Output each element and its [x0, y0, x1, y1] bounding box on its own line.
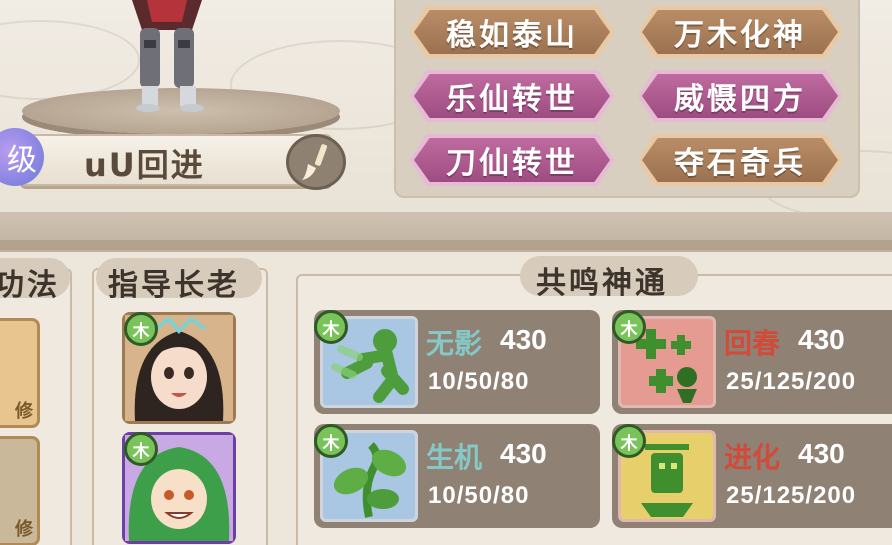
gongfa-card-badge: 修 [15, 401, 33, 422]
skill-card-huichun[interactable]: 木 回春 430 25/125/200 [612, 310, 892, 414]
wood-element-badge: 木 [314, 424, 348, 458]
gongfa-title: 功法 [0, 268, 60, 303]
title-label: 夺石奇兵 [674, 146, 806, 181]
titles-panel: 稳如泰山 万木化神 乐仙转世 威慑四方 刀仙转世 夺石奇兵 [394, 0, 860, 198]
title-label: 刀仙转世 [446, 146, 578, 181]
skill-stats: 25/125/200 [726, 482, 857, 509]
skill-stats: 10/50/80 [428, 368, 530, 395]
skill-card-jinhua[interactable]: 木 进化 430 25/125/200 [612, 424, 892, 528]
divider-line [0, 240, 892, 250]
player-name: uU回进 [84, 146, 205, 184]
title-button-weishesifang[interactable]: 威慑四方 [638, 70, 842, 122]
elder-title: 指导长老 [108, 268, 240, 303]
gongfa-card-badge: 修 [15, 519, 33, 540]
wood-element-badge: 木 [124, 312, 158, 346]
wood-element-badge: 木 [612, 310, 646, 344]
title-button-lexianzhuanshi[interactable]: 乐仙转世 [410, 70, 614, 122]
skill-name: 生机 [426, 441, 483, 474]
title-button-duoshiqibing[interactable]: 夺石奇兵 [638, 134, 842, 186]
skill-level: 430 [500, 438, 547, 469]
brush-icon [302, 144, 328, 180]
character-display-area: 级 uU回进 稳如泰山 万木化神 乐仙转世 威慑四方 刀仙转世 夺石奇兵 [0, 0, 892, 212]
skill-name: 无影 [426, 327, 483, 360]
wood-element-badge: 木 [124, 432, 158, 466]
skill-card-wuying[interactable]: 木 无影 430 10/50/80 [314, 310, 600, 414]
skill-level: 430 [798, 438, 845, 469]
title-label: 威慑四方 [674, 82, 806, 117]
skill-stats: 10/50/80 [428, 482, 530, 509]
title-button-wanmuhuashen[interactable]: 万木化神 [638, 6, 842, 58]
title-label: 稳如泰山 [446, 18, 578, 53]
character-figure[interactable] [112, 0, 222, 112]
wood-element-badge: 木 [314, 310, 348, 344]
wood-element-badge: 木 [612, 424, 646, 458]
skill-level: 430 [798, 324, 845, 355]
gongfa-card[interactable]: 修 [0, 436, 40, 545]
skill-name: 回春 [724, 327, 781, 360]
resonance-title: 共鸣神通 [536, 266, 668, 301]
skill-level: 430 [500, 324, 547, 355]
title-button-wenrutaishan[interactable]: 稳如泰山 [410, 6, 614, 58]
skill-card-shengji[interactable]: 木 生机 430 10/50/80 [314, 424, 600, 528]
title-label: 万木化神 [674, 18, 806, 53]
gongfa-card[interactable]: 修 [0, 318, 40, 428]
skill-stats: 25/125/200 [726, 368, 857, 395]
realm-badge-label: 级 [7, 143, 37, 178]
skill-name: 进化 [724, 441, 781, 474]
rename-brush-button[interactable] [286, 134, 346, 190]
title-label: 乐仙转世 [446, 82, 578, 117]
title-button-daoxianzhuanshi[interactable]: 刀仙转世 [410, 134, 614, 186]
